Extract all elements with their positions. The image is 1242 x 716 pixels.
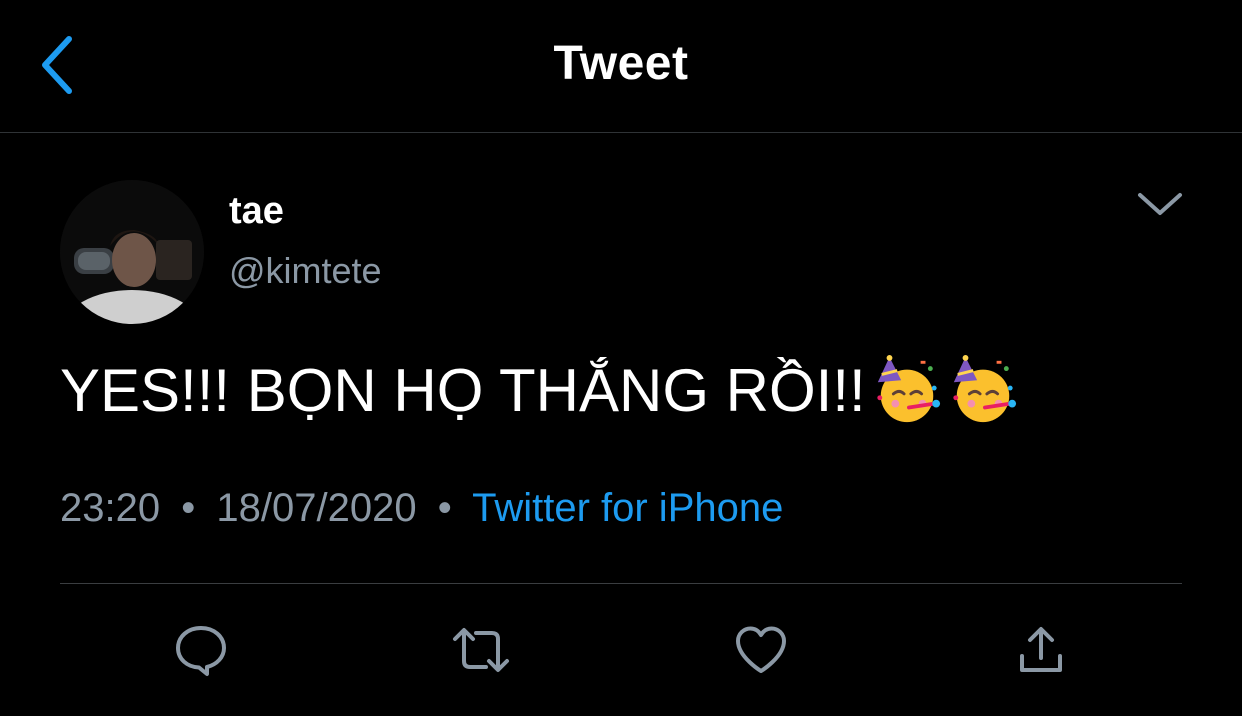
chevron-down-icon (1138, 193, 1182, 215)
separator-dot: • (437, 486, 452, 530)
retweet-button[interactable] (451, 620, 511, 680)
tweet-source-link[interactable]: Twitter for iPhone (472, 486, 783, 530)
author-handle[interactable]: @kimtete (229, 250, 382, 292)
partying-face-emoji (953, 355, 1016, 423)
tweet-time: 23:20 (60, 486, 161, 530)
divider (60, 583, 1182, 584)
tweet-text: YES!!! BỌN HỌ THẮNG RỒI!! (60, 356, 866, 424)
navigation-bar: Tweet (0, 0, 1242, 133)
like-button[interactable] (731, 620, 791, 680)
avatar[interactable] (60, 180, 204, 324)
tweet-body: YES!!! BỌN HỌ THẮNG RỒI!! (60, 355, 1018, 425)
share-icon (1020, 627, 1062, 672)
tweet-metadata: 23:20 • 18/07/2020 • Twitter for iPhone (60, 486, 783, 531)
reply-icon (176, 626, 226, 676)
like-icon (736, 626, 786, 673)
separator-dot: • (181, 486, 196, 530)
more-options-button[interactable] (1132, 182, 1188, 226)
reply-button[interactable] (171, 620, 231, 680)
page-title: Tweet (553, 37, 689, 90)
retweet-icon (453, 628, 509, 672)
avatar-photo (60, 180, 204, 324)
author-display-name[interactable]: tae (229, 190, 284, 233)
share-button[interactable] (1011, 620, 1071, 680)
partying-face-emoji (877, 355, 940, 423)
tweet-date: 18/07/2020 (216, 486, 417, 530)
